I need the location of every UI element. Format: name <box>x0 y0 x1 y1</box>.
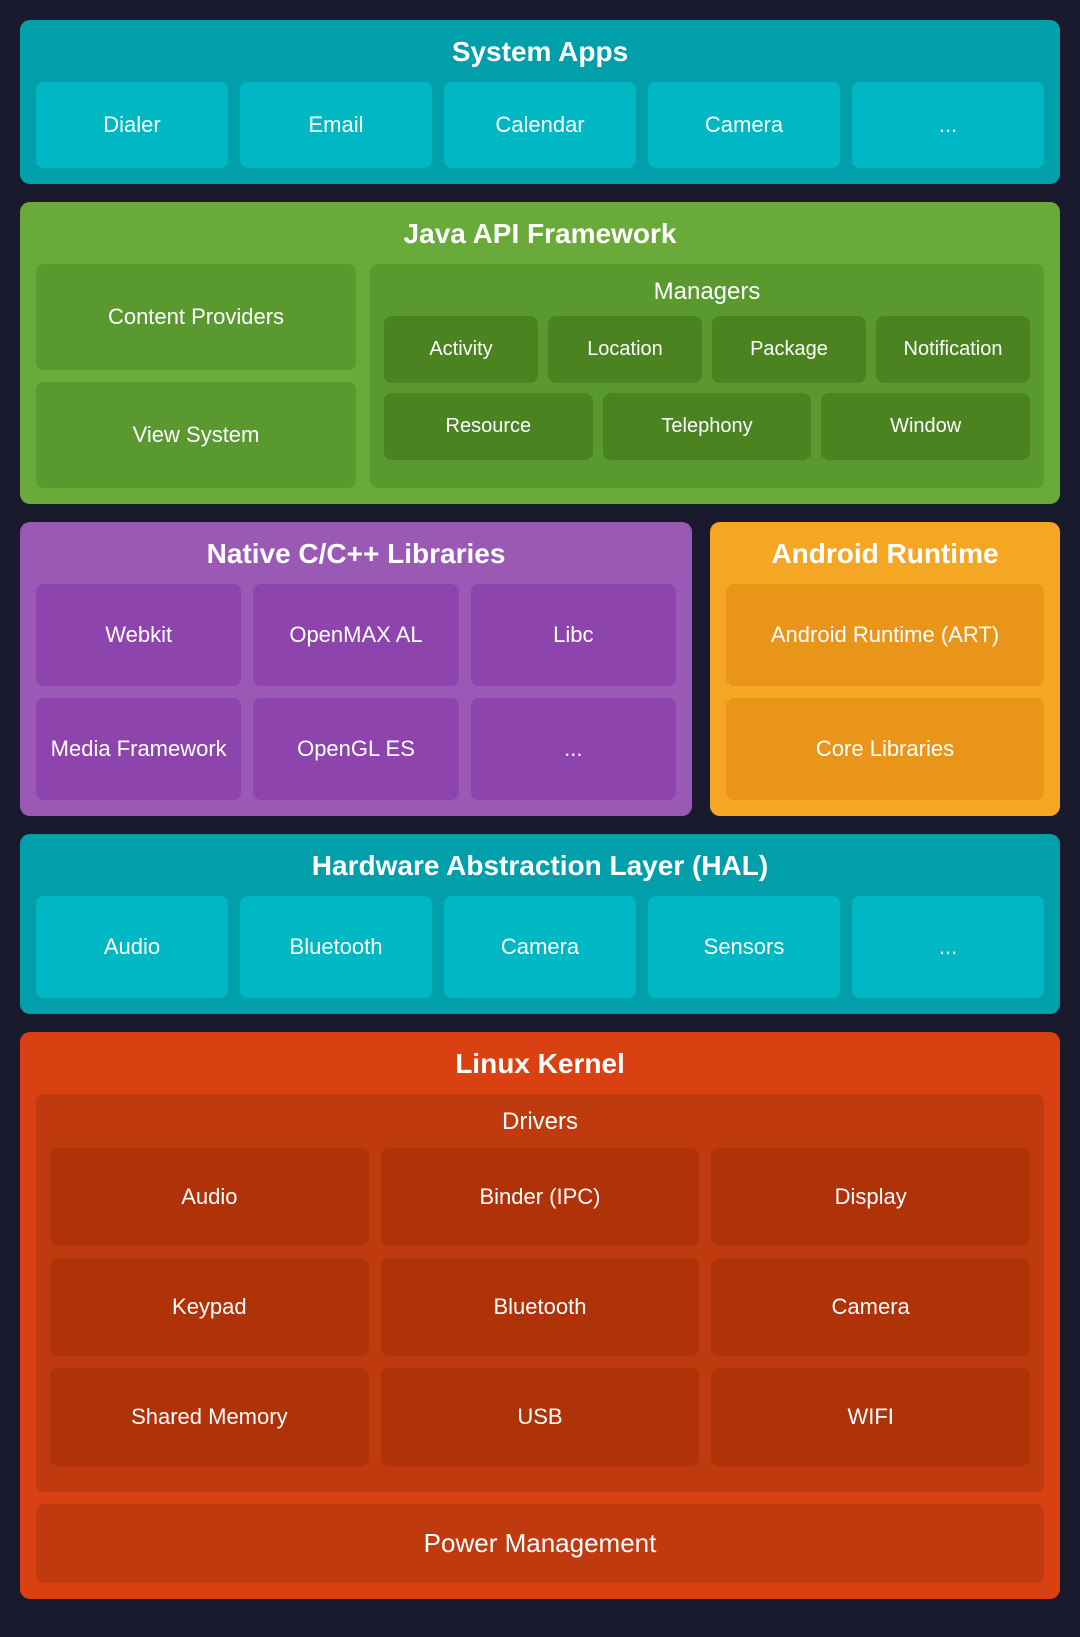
managers-title: Managers <box>384 278 1030 306</box>
linux-kernel-title: Linux Kernel <box>36 1048 1044 1080</box>
java-api-inner: Content Providers View System Managers A… <box>36 264 1044 488</box>
android-runtime-title: Android Runtime <box>726 538 1044 570</box>
native-webkit: Webkit <box>36 584 241 686</box>
driver-shared-memory: Shared Memory <box>50 1368 369 1466</box>
system-apps-grid: Dialer Email Calendar Camera ... <box>36 82 1044 168</box>
native-runtime-row: Native C/C++ Libraries Webkit OpenMAX AL… <box>20 522 1060 816</box>
java-api-layer: Java API Framework Content Providers Vie… <box>20 202 1060 504</box>
java-api-title: Java API Framework <box>36 218 1044 250</box>
android-runtime-layer: Android Runtime Android Runtime (ART) Co… <box>710 522 1060 816</box>
runtime-art: Android Runtime (ART) <box>726 584 1044 686</box>
hal-sensors: Sensors <box>648 896 840 998</box>
drivers-row3: Shared Memory USB WIFI <box>50 1368 1030 1466</box>
managers-box: Managers Activity Location Package Notif… <box>370 264 1044 488</box>
native-libs-layer: Native C/C++ Libraries Webkit OpenMAX AL… <box>20 522 692 816</box>
system-apps-title: System Apps <box>36 36 1044 68</box>
drivers-row2: Keypad Bluetooth Camera <box>50 1258 1030 1356</box>
app-email: Email <box>240 82 432 168</box>
manager-resource: Resource <box>384 393 593 460</box>
hal-grid: Audio Bluetooth Camera Sensors ... <box>36 896 1044 998</box>
app-calendar: Calendar <box>444 82 636 168</box>
driver-bluetooth: Bluetooth <box>381 1258 700 1356</box>
manager-telephony: Telephony <box>603 393 812 460</box>
native-more: ... <box>471 698 676 800</box>
hal-audio: Audio <box>36 896 228 998</box>
driver-display: Display <box>711 1148 1030 1246</box>
driver-binder: Binder (IPC) <box>381 1148 700 1246</box>
manager-package: Package <box>712 316 866 383</box>
drivers-row1: Audio Binder (IPC) Display <box>50 1148 1030 1246</box>
manager-activity: Activity <box>384 316 538 383</box>
hal-title: Hardware Abstraction Layer (HAL) <box>36 850 1044 882</box>
manager-notification: Notification <box>876 316 1030 383</box>
app-more: ... <box>852 82 1044 168</box>
drivers-title: Drivers <box>50 1108 1030 1136</box>
native-openmax: OpenMAX AL <box>253 584 458 686</box>
managers-row1: Activity Location Package Notification <box>384 316 1030 383</box>
driver-keypad: Keypad <box>50 1258 369 1356</box>
driver-usb: USB <box>381 1368 700 1466</box>
driver-camera: Camera <box>711 1258 1030 1356</box>
native-media: Media Framework <box>36 698 241 800</box>
app-dialer: Dialer <box>36 82 228 168</box>
hal-bluetooth: Bluetooth <box>240 896 432 998</box>
driver-audio: Audio <box>50 1148 369 1246</box>
linux-kernel-layer: Linux Kernel Drivers Audio Binder (IPC) … <box>20 1032 1060 1599</box>
view-system-card: View System <box>36 382 356 488</box>
driver-wifi: WIFI <box>711 1368 1030 1466</box>
content-providers-card: Content Providers <box>36 264 356 370</box>
hal-more: ... <box>852 896 1044 998</box>
manager-window: Window <box>821 393 1030 460</box>
native-libs-title: Native C/C++ Libraries <box>36 538 676 570</box>
native-grid: Webkit OpenMAX AL Libc Media Framework O… <box>36 584 676 800</box>
java-api-left: Content Providers View System <box>36 264 356 488</box>
drivers-box: Drivers Audio Binder (IPC) Display Keypa… <box>36 1094 1044 1492</box>
managers-row2: Resource Telephony Window <box>384 393 1030 460</box>
hal-camera: Camera <box>444 896 636 998</box>
power-management-card: Power Management <box>36 1504 1044 1583</box>
hal-layer: Hardware Abstraction Layer (HAL) Audio B… <box>20 834 1060 1014</box>
system-apps-layer: System Apps Dialer Email Calendar Camera… <box>20 20 1060 184</box>
manager-location: Location <box>548 316 702 383</box>
native-libc: Libc <box>471 584 676 686</box>
app-camera: Camera <box>648 82 840 168</box>
runtime-core-libs: Core Libraries <box>726 698 1044 800</box>
native-opengl: OpenGL ES <box>253 698 458 800</box>
